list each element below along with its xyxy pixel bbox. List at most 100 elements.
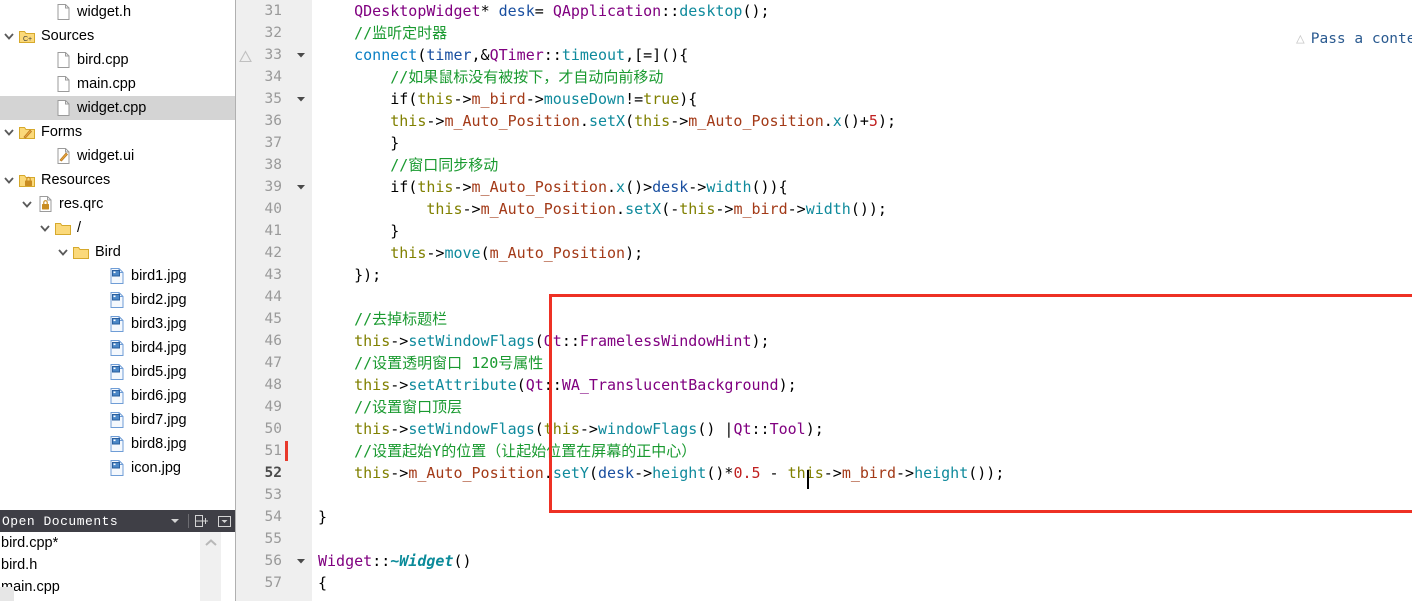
- gutter-line-45[interactable]: 45: [236, 308, 312, 330]
- code-line-56[interactable]: Widget::~Widget(): [312, 550, 1412, 572]
- tree-item--[interactable]: /: [0, 216, 235, 240]
- tree-item-bird[interactable]: Bird: [0, 240, 235, 264]
- gutter-line-56[interactable]: 56: [236, 550, 312, 572]
- tree-item-bird3-jpg[interactable]: bird3.jpg: [0, 312, 235, 336]
- tree-item-bird1-jpg[interactable]: bird1.jpg: [0, 264, 235, 288]
- tree-item-bird5-jpg[interactable]: bird5.jpg: [0, 360, 235, 384]
- open-documents-list[interactable]: bird.cpp* bird.h main.cpp: [0, 532, 235, 601]
- tree-item-sources[interactable]: C+ Sources: [0, 24, 235, 48]
- gutter-line-33[interactable]: 33: [236, 44, 312, 66]
- code-line-44[interactable]: [312, 286, 1412, 308]
- gutter-line-39[interactable]: 39: [236, 176, 312, 198]
- code-line-34[interactable]: //如果鼠标没有被按下，才自动向前移动: [312, 66, 1412, 88]
- code-line-47[interactable]: //设置透明窗口 120号属性: [312, 352, 1412, 374]
- tree-item-bird2-jpg[interactable]: bird2.jpg: [0, 288, 235, 312]
- gutter-line-41[interactable]: 41: [236, 220, 312, 242]
- tree-item-widget-ui[interactable]: widget.ui: [0, 144, 235, 168]
- code-line-40[interactable]: this->m_Auto_Position.setX(-this->m_bird…: [312, 198, 1412, 220]
- fold-toggle-icon[interactable]: [294, 550, 308, 572]
- project-tree[interactable]: widget.h C+ Sources bird.cpp main.cpp widget.…: [0, 0, 235, 510]
- gutter-line-35[interactable]: 35: [236, 88, 312, 110]
- code-line-32[interactable]: //监听定时器: [312, 22, 1412, 44]
- chevron-down-icon[interactable]: [36, 216, 54, 240]
- code-line-55[interactable]: [312, 528, 1412, 550]
- scroll-up-arrow-icon[interactable]: [200, 532, 222, 554]
- code-line-53[interactable]: [312, 484, 1412, 506]
- minimize-pane-icon[interactable]: [213, 511, 235, 531]
- tree-item-widget-h[interactable]: widget.h: [0, 0, 235, 24]
- chevron-down-icon[interactable]: [0, 24, 18, 48]
- fold-toggle-icon[interactable]: [294, 176, 308, 198]
- split-pane-icon[interactable]: [191, 511, 213, 531]
- tree-item-bird-cpp[interactable]: bird.cpp: [0, 48, 235, 72]
- code-line-33[interactable]: connect(timer,&QTimer::timeout,[=](){: [312, 44, 1412, 66]
- tree-item-icon-jpg[interactable]: icon.jpg: [0, 456, 235, 480]
- gutter-line-48[interactable]: 48: [236, 374, 312, 396]
- code-token: Widget: [318, 552, 373, 570]
- gutter-line-53[interactable]: 53: [236, 484, 312, 506]
- tree-item-forms[interactable]: Forms: [0, 120, 235, 144]
- gutter-line-42[interactable]: 42: [236, 242, 312, 264]
- gutter-line-55[interactable]: 55: [236, 528, 312, 550]
- gutter-line-37[interactable]: 37: [236, 132, 312, 154]
- svg-text:C+: C+: [23, 36, 32, 43]
- fold-toggle-icon[interactable]: [294, 88, 308, 110]
- tree-item-main-cpp[interactable]: main.cpp: [0, 72, 235, 96]
- gutter-line-31[interactable]: 31: [236, 0, 312, 22]
- tree-item-bird7-jpg[interactable]: bird7.jpg: [0, 408, 235, 432]
- code-line-36[interactable]: this->m_Auto_Position.setX(this->m_Auto_…: [312, 110, 1412, 132]
- gutter-line-50[interactable]: 50: [236, 418, 312, 440]
- fold-toggle-icon[interactable]: [294, 44, 308, 66]
- chevron-down-icon[interactable]: [18, 192, 36, 216]
- code-line-43[interactable]: });: [312, 264, 1412, 286]
- chevron-down-icon[interactable]: [0, 120, 18, 144]
- chevron-down-icon[interactable]: [0, 168, 18, 192]
- code-line-51[interactable]: //设置起始Y的位置（让起始位置在屏幕的正中心）: [312, 440, 1412, 462]
- code-line-37[interactable]: }: [312, 132, 1412, 154]
- gutter-line-36[interactable]: 36: [236, 110, 312, 132]
- gutter-line-46[interactable]: 46: [236, 330, 312, 352]
- tree-item-res-qrc[interactable]: res.qrc: [0, 192, 235, 216]
- chevron-down-icon[interactable]: [54, 240, 72, 264]
- gutter-line-51[interactable]: 51: [236, 440, 312, 462]
- tree-item-widget-cpp[interactable]: widget.cpp: [0, 96, 235, 120]
- open-documents-scrollbar[interactable]: [199, 532, 221, 601]
- gutter-line-32[interactable]: 32: [236, 22, 312, 44]
- gutter-line-40[interactable]: 40: [236, 198, 312, 220]
- gutter-line-43[interactable]: 43: [236, 264, 312, 286]
- code-line-31[interactable]: QDesktopWidget* desk= QApplication::desk…: [312, 0, 1412, 22]
- tree-item-bird6-jpg[interactable]: bird6.jpg: [0, 384, 235, 408]
- code-line-57[interactable]: {: [312, 572, 1412, 594]
- gutter-line-49[interactable]: 49: [236, 396, 312, 418]
- code-line-45[interactable]: //去掉标题栏: [312, 308, 1412, 330]
- code-line-52[interactable]: this->m_Auto_Position.setY(desk->height(…: [312, 462, 1412, 484]
- gutter-line-57[interactable]: 57: [236, 572, 312, 594]
- code-line-54[interactable]: }: [312, 506, 1412, 528]
- tree-item-bird8-jpg[interactable]: bird8.jpg: [0, 432, 235, 456]
- code-line-38[interactable]: //窗口同步移动: [312, 154, 1412, 176]
- gutter-line-34[interactable]: 34: [236, 66, 312, 88]
- code-line-48[interactable]: this->setAttribute(Qt::WA_TranslucentBac…: [312, 374, 1412, 396]
- code-line-42[interactable]: this->move(m_Auto_Position);: [312, 242, 1412, 264]
- code-editor[interactable]: 31 32 33 34 35 36 37 38 39 40 41 42 43 44 45 46 47 48 49 50…: [236, 0, 1412, 601]
- gutter-line-52[interactable]: 52: [236, 462, 312, 484]
- tree-item-resources[interactable]: Resources: [0, 168, 235, 192]
- gutter-line-44[interactable]: 44: [236, 286, 312, 308]
- code-token: this: [354, 420, 391, 438]
- gutter-line-54[interactable]: 54: [236, 506, 312, 528]
- code-line-50[interactable]: this->setWindowFlags(this->windowFlags()…: [312, 418, 1412, 440]
- code-line-49[interactable]: //设置窗口顶层: [312, 396, 1412, 418]
- code-line-41[interactable]: }: [312, 220, 1412, 242]
- gutter-line-47[interactable]: 47: [236, 352, 312, 374]
- code-line-39[interactable]: if(this->m_Auto_Position.x()>desk->width…: [312, 176, 1412, 198]
- code-line-46[interactable]: this->setWindowFlags(Qt::FramelessWindow…: [312, 330, 1412, 352]
- code-token: Qt: [733, 420, 752, 438]
- code-token: desktop: [679, 2, 743, 20]
- code-line-35[interactable]: if(this->m_bird->mouseDown!=true){: [312, 88, 1412, 110]
- chevron-down-icon[interactable]: [164, 511, 186, 531]
- line-number-gutter[interactable]: 31 32 33 34 35 36 37 38 39 40 41 42 43 44 45 46 47 48 49 50…: [236, 0, 312, 601]
- code-text-area[interactable]: QDesktopWidget* desk= QApplication::desk…: [312, 0, 1412, 601]
- gutter-line-38[interactable]: 38: [236, 154, 312, 176]
- line-number: 43: [264, 267, 282, 283]
- tree-item-bird4-jpg[interactable]: bird4.jpg: [0, 336, 235, 360]
